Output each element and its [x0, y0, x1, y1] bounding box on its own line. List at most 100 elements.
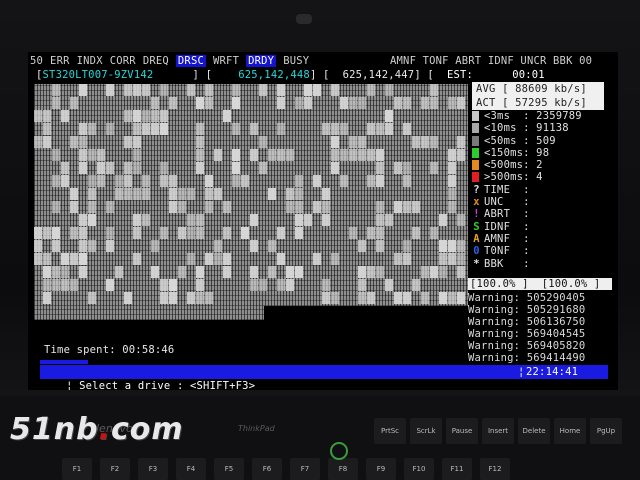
sector-block [457, 292, 465, 304]
latency-label: <150ms: 98 [484, 146, 550, 159]
sector-block [430, 162, 438, 174]
sector-block [88, 188, 96, 200]
latency-label: >500ms: 4 [484, 171, 543, 184]
sector-block [214, 188, 222, 200]
sector-block [268, 266, 276, 278]
surface-scan-map [34, 84, 468, 306]
sector-block [358, 136, 366, 148]
lba-current: 625,142,447 [342, 69, 415, 81]
key-f9[interactable]: F9 [366, 458, 396, 480]
sector-block [448, 149, 456, 161]
sector-block [295, 266, 303, 278]
sector-block [385, 84, 393, 96]
progress-percent: [100.0% ] [100.0% ] [468, 278, 612, 290]
sector-block [331, 253, 339, 265]
error-symbol: 0 [473, 245, 480, 258]
sector-block [412, 201, 420, 213]
key-pgup[interactable]: PgUp [590, 418, 622, 444]
sector-block [232, 123, 240, 135]
sector-block [43, 110, 51, 122]
sector-block [52, 84, 60, 96]
sector-block [214, 240, 222, 252]
sector-block [439, 240, 447, 252]
sector-block [403, 201, 411, 213]
key-f3[interactable]: F3 [138, 458, 168, 480]
sector-block [196, 149, 204, 161]
key-f10[interactable]: F10 [404, 458, 434, 480]
key-insert[interactable]: Insert [482, 418, 514, 444]
sector-block [106, 279, 114, 291]
sector-block [322, 123, 330, 135]
error-symbol: S [473, 220, 480, 233]
sector-block [331, 123, 339, 135]
status-bar[interactable]: ¦ Select a drive : <SHIFT+F3> ¦ 22:14:41 [40, 365, 608, 390]
latency-legend-item: <3ms : 2359789 [472, 110, 616, 122]
sector-block [448, 188, 456, 200]
sector-block [79, 227, 87, 239]
key-pause[interactable]: Pause [446, 418, 478, 444]
power-button-icon[interactable] [330, 442, 348, 460]
key-f8[interactable]: F8 [328, 458, 358, 480]
sector-block [448, 240, 456, 252]
latency-label: <500ms: 2 [484, 159, 543, 172]
key-f11[interactable]: F11 [442, 458, 472, 480]
key-f4[interactable]: F4 [176, 458, 206, 480]
sector-block [448, 175, 456, 187]
sector-block [250, 149, 258, 161]
key-delete[interactable]: Delete [518, 418, 550, 444]
sector-block [349, 149, 357, 161]
sector-block [259, 136, 267, 148]
sector-block [43, 266, 51, 278]
sector-block [412, 227, 420, 239]
sector-block [106, 240, 114, 252]
key-f7[interactable]: F7 [290, 458, 320, 480]
watermark-dot: . [98, 412, 111, 447]
key-f1[interactable]: F1 [62, 458, 92, 480]
drive-model: ST320LT007-9ZV142 [42, 69, 154, 81]
latency-label: <10ms : 91138 [484, 122, 569, 135]
sector-block [97, 175, 105, 187]
latency-legend-item: <150ms: 98 [472, 147, 616, 159]
sector-block [115, 266, 123, 278]
sector-block [358, 266, 366, 278]
error-legend-item: * BBK : [472, 258, 616, 270]
sector-block [403, 292, 411, 304]
sector-block [79, 123, 87, 135]
sector-block [196, 266, 204, 278]
key-f5[interactable]: F5 [214, 458, 244, 480]
sector-block [394, 162, 402, 174]
sector-block [79, 253, 87, 265]
sector-block [448, 97, 456, 109]
error-legend-item: ! ABRT : [472, 208, 616, 220]
sector-block [124, 84, 132, 96]
select-drive-prompt[interactable]: ¦ Select a drive : <SHIFT+F3> [66, 380, 255, 390]
key-f6[interactable]: F6 [252, 458, 282, 480]
sector-block [34, 253, 42, 265]
sector-block [106, 227, 114, 239]
sector-block [259, 162, 267, 174]
sector-block [187, 188, 195, 200]
key-home[interactable]: Home [554, 418, 586, 444]
sector-block [313, 201, 321, 213]
warning-line: Warning: 569404545 [468, 328, 586, 340]
sector-block [457, 136, 465, 148]
flag-wrft: WRFT [213, 55, 240, 67]
key-scrlk[interactable]: ScrLk [410, 418, 442, 444]
sector-block [70, 188, 78, 200]
key-prtsc[interactable]: PrtSc [374, 418, 406, 444]
sector-block [124, 136, 132, 148]
error-label: UNC : [484, 196, 530, 209]
sector-block [88, 149, 96, 161]
key-f12[interactable]: F12 [480, 458, 510, 480]
sector-block [97, 162, 105, 174]
sector-block [142, 84, 150, 96]
key-f2[interactable]: F2 [100, 458, 130, 480]
sector-block [286, 188, 294, 200]
sector-block [448, 201, 456, 213]
sector-block [196, 227, 204, 239]
sector-block [79, 136, 87, 148]
sector-block [43, 123, 51, 135]
sector-block [205, 292, 213, 304]
sector-block [61, 253, 69, 265]
sector-block [196, 136, 204, 148]
